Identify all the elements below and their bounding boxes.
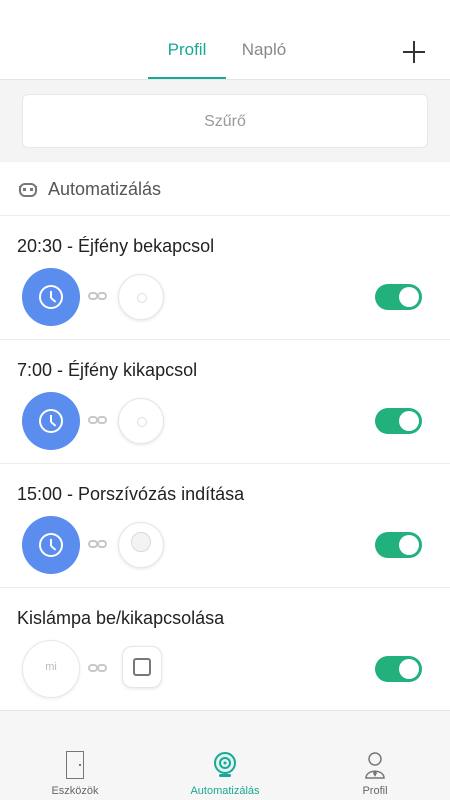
- automation-item[interactable]: 15:00 - Porszívózás indítása: [0, 464, 450, 588]
- automation-list: 20:30 - Éjfény bekapcsol 7:00 - Éjfény k…: [0, 216, 450, 712]
- link-icon: [88, 414, 108, 426]
- plus-icon[interactable]: [402, 40, 426, 64]
- automation-title: 15:00 - Porszívózás indítása: [17, 484, 245, 504]
- filter-area: Szűrő: [0, 80, 450, 162]
- link-icon: [88, 290, 108, 302]
- link-icon: [88, 538, 108, 550]
- automation-item[interactable]: Kislámpa be/kikapcsolása mi: [0, 588, 450, 712]
- nav-label: Profil: [362, 785, 388, 797]
- active-tab-indicator: [148, 77, 226, 79]
- clock-trigger: [22, 268, 80, 326]
- clock-icon: [39, 285, 63, 309]
- automation-toggle[interactable]: [375, 656, 422, 682]
- clock-icon: [39, 409, 63, 433]
- robot-vacuum-icon: [118, 522, 164, 568]
- automation-toggle[interactable]: [375, 284, 422, 310]
- automation-title: 20:30 - Éjfény bekapcsol: [17, 236, 215, 256]
- night-light-icon: [118, 274, 164, 320]
- nav-label: Automatizálás: [190, 785, 260, 797]
- door-icon: [66, 751, 84, 779]
- top-bar: Profil Napló: [0, 0, 450, 80]
- clock-icon: [39, 533, 63, 557]
- mi-logo-text: mi: [45, 661, 57, 673]
- smart-socket-icon: [122, 646, 162, 688]
- tab-profil[interactable]: Profil: [148, 40, 226, 60]
- night-light-icon: [118, 398, 164, 444]
- link-icon: [88, 662, 108, 674]
- clock-trigger: [22, 392, 80, 450]
- nav-automatizalas[interactable]: Automatizálás: [150, 711, 300, 800]
- clock-trigger: [22, 516, 80, 574]
- tab-naplo[interactable]: Napló: [232, 40, 296, 60]
- nav-profil[interactable]: Profil: [300, 711, 450, 800]
- automation-toggle[interactable]: [375, 532, 422, 558]
- section-title: Automatizálás: [48, 179, 162, 199]
- nav-label: Eszközök: [51, 785, 99, 797]
- profile-icon: [365, 752, 385, 779]
- mi-button-icon: mi: [22, 640, 80, 698]
- automation-icon: [214, 752, 236, 777]
- automation-title: Kislámpa be/kikapcsolása: [17, 608, 225, 628]
- nav-eszkozok[interactable]: Eszközök: [0, 711, 150, 800]
- automation-item[interactable]: 20:30 - Éjfény bekapcsol: [0, 216, 450, 340]
- robot-icon: [19, 183, 37, 197]
- filter-button[interactable]: Szűrő: [22, 94, 428, 148]
- automation-item[interactable]: 7:00 - Éjfény kikapcsol: [0, 340, 450, 464]
- automation-toggle[interactable]: [375, 408, 422, 434]
- bottom-navigation: Eszközök Automatizálás Profil: [0, 710, 450, 800]
- automation-section-header: Automatizálás: [0, 162, 450, 216]
- automation-title: 7:00 - Éjfény kikapcsol: [17, 360, 198, 380]
